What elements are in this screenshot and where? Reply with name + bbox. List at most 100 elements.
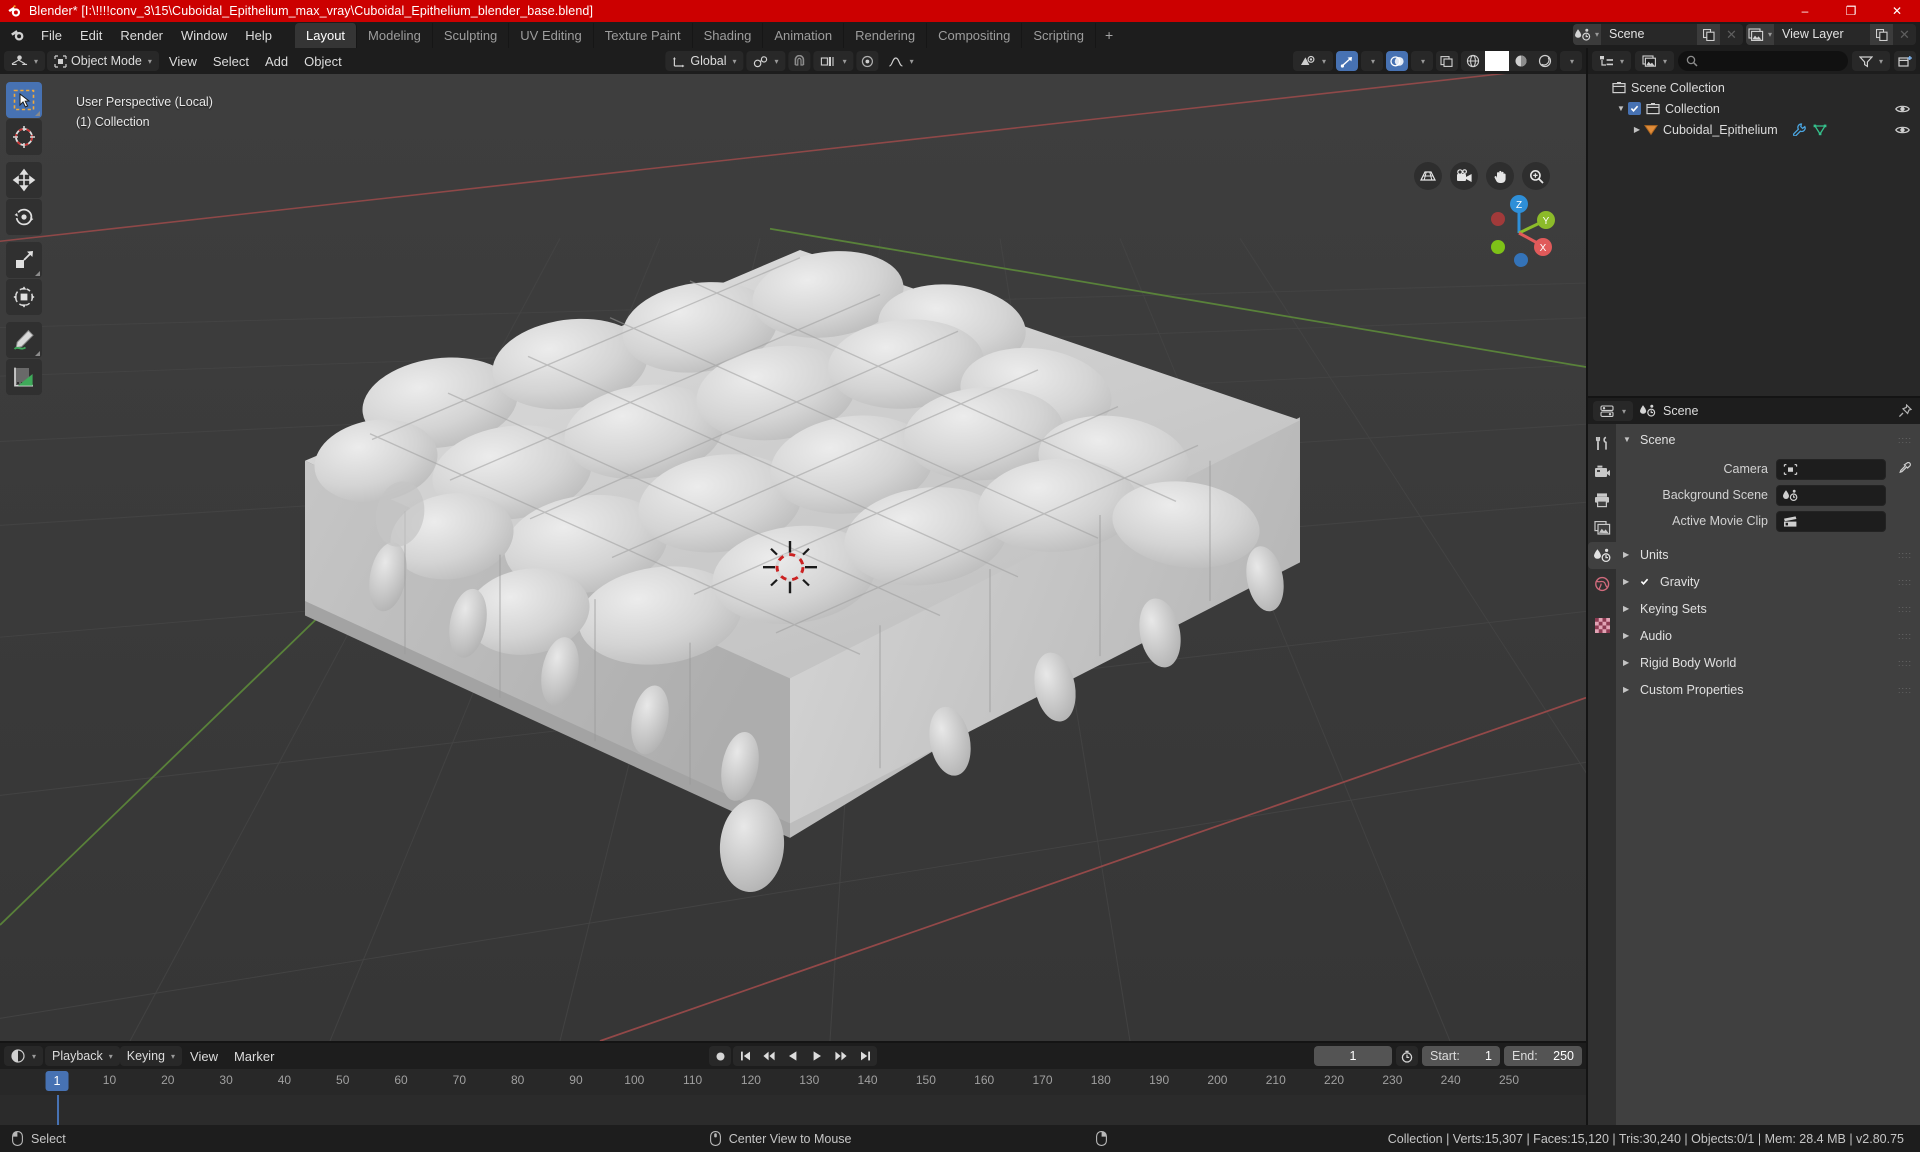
timeline-menu-playback[interactable]: Playback ▾ xyxy=(45,1046,120,1066)
falloff-selector[interactable]: ▾ xyxy=(882,51,921,71)
play-reverse-button[interactable] xyxy=(781,1046,805,1066)
timeline-editor-type-button[interactable]: ▾ xyxy=(4,1046,44,1066)
next-keyframe-button[interactable] xyxy=(829,1046,853,1066)
gizmo-options-dropdown[interactable]: ▾ xyxy=(1361,51,1383,71)
eye-icon[interactable] xyxy=(1895,103,1910,115)
world-tab[interactable] xyxy=(1588,570,1616,597)
menu-file[interactable]: File xyxy=(32,25,71,46)
workspace-tab-layout[interactable]: Layout xyxy=(295,22,358,48)
outliner-row-collection[interactable]: ▼ Collection xyxy=(1588,98,1920,119)
jump-end-button[interactable] xyxy=(853,1046,877,1066)
play-button[interactable] xyxy=(805,1046,829,1066)
chevron-down-icon[interactable]: ▼ xyxy=(1614,104,1628,113)
prev-keyframe-button[interactable] xyxy=(757,1046,781,1066)
close-button[interactable]: ✕ xyxy=(1874,0,1920,22)
outliner-display-mode-button[interactable]: ▾ xyxy=(1635,51,1675,71)
3d-viewport[interactable]: User Perspective (Local) (1) Collection xyxy=(0,74,1586,1041)
workspace-tab-scripting[interactable]: Scripting xyxy=(1022,22,1096,48)
rotate-tool[interactable] xyxy=(6,199,42,235)
properties-panel-keying-sets[interactable]: ▶ Keying Sets:::: xyxy=(1616,597,1920,620)
scene-tab[interactable] xyxy=(1588,542,1616,569)
collection-checkbox[interactable] xyxy=(1628,102,1641,115)
scene-datablock[interactable]: ▾ Scene ✕ xyxy=(1573,24,1743,45)
remove-viewlayer-button[interactable]: ✕ xyxy=(1893,24,1916,45)
timeline-menu-marker[interactable]: Marker xyxy=(226,1047,282,1066)
outliner-search-input[interactable] xyxy=(1678,51,1848,71)
property-field-camera[interactable] xyxy=(1776,458,1886,480)
pin-icon[interactable] xyxy=(1898,404,1912,418)
cursor-tool[interactable] xyxy=(6,119,42,155)
select-box-tool[interactable] xyxy=(6,82,42,118)
add-workspace-button[interactable]: + xyxy=(1096,23,1122,47)
auto-key-toggle[interactable] xyxy=(1396,1046,1418,1066)
workspace-tab-rendering[interactable]: Rendering xyxy=(844,22,928,48)
view-layer-name-field[interactable]: View Layer xyxy=(1774,24,1870,45)
view-axis-gizmo[interactable]: Z Y X xyxy=(1478,192,1560,274)
properties-panel-rigid-body-world[interactable]: ▶ Rigid Body World:::: xyxy=(1616,651,1920,674)
viewport-menu-select[interactable]: Select xyxy=(205,52,257,71)
panel-checkbox[interactable] xyxy=(1640,577,1649,586)
xray-toggle[interactable] xyxy=(1436,51,1458,71)
workspace-tab-uv-editing[interactable]: UV Editing xyxy=(509,22,594,48)
outliner-row-scene-collection[interactable]: Scene Collection xyxy=(1588,77,1920,98)
properties-panel-audio[interactable]: ▶ Audio:::: xyxy=(1616,624,1920,647)
transform-tool[interactable] xyxy=(6,279,42,315)
workspace-tab-texture-paint[interactable]: Texture Paint xyxy=(594,22,693,48)
eye-icon[interactable] xyxy=(1895,124,1910,136)
timeline-menu-view[interactable]: View xyxy=(182,1047,226,1066)
shading-wireframe-button[interactable] xyxy=(1461,51,1485,71)
hand-icon[interactable] xyxy=(1486,162,1514,190)
zoom-icon[interactable] xyxy=(1522,162,1550,190)
output-tab[interactable] xyxy=(1588,486,1616,513)
editor-type-button[interactable]: ▾ xyxy=(4,51,46,71)
property-field-active-movie-clip[interactable] xyxy=(1776,510,1886,532)
camera-icon[interactable] xyxy=(1450,162,1478,190)
timeline-playhead[interactable] xyxy=(57,1095,59,1125)
shading-rendered-button[interactable] xyxy=(1533,51,1557,71)
viewport-menu-object[interactable]: Object xyxy=(296,52,350,71)
menu-window[interactable]: Window xyxy=(172,25,236,46)
tool-tab[interactable] xyxy=(1588,430,1616,457)
timeline-body[interactable] xyxy=(0,1095,1586,1125)
timeline-menu-keying[interactable]: Keying ▾ xyxy=(119,1046,183,1066)
viewport-menu-add[interactable]: Add xyxy=(257,52,296,71)
pivot-point-selector[interactable]: ▾ xyxy=(813,51,854,71)
show-gizmo-toggle[interactable] xyxy=(1336,51,1358,71)
transform-orientation-selector[interactable]: Global ▾ xyxy=(665,51,744,71)
scene-panel-header[interactable]: ▼ Scene :::: xyxy=(1616,428,1920,451)
texture-tab[interactable] xyxy=(1588,612,1616,639)
timeline-ruler[interactable]: 1 10 20 30 40 50 60 70 80 90 100 110 120 130 140 150 160… xyxy=(0,1069,1586,1095)
scale-tool[interactable] xyxy=(6,242,42,278)
viewlayer-datablock[interactable]: ▾ View Layer ✕ xyxy=(1746,24,1916,45)
eyedropper-icon[interactable] xyxy=(1894,462,1914,476)
properties-editor-type-button[interactable]: ▾ xyxy=(1593,401,1634,421)
measure-tool[interactable] xyxy=(6,359,42,395)
workspace-tab-modeling[interactable]: Modeling xyxy=(357,22,433,48)
show-overlays-toggle[interactable] xyxy=(1386,51,1408,71)
grid-icon[interactable] xyxy=(1414,162,1442,190)
timeline-current-frame-marker[interactable]: 1 xyxy=(45,1071,69,1091)
visibility-selector[interactable]: ▾ xyxy=(1292,51,1333,71)
new-scene-button[interactable] xyxy=(1697,24,1720,45)
end-frame-field[interactable]: End: 250 xyxy=(1504,1046,1582,1066)
properties-panel-gravity[interactable]: ▶ Gravity:::: xyxy=(1616,570,1920,593)
snap-target-selector[interactable]: ▾ xyxy=(746,51,786,71)
viewport-menu-view[interactable]: View xyxy=(161,52,205,71)
chevron-right-icon[interactable]: ▶ xyxy=(1630,125,1644,134)
menu-help[interactable]: Help xyxy=(236,25,281,46)
workspace-tab-animation[interactable]: Animation xyxy=(763,22,845,48)
properties-panel-custom-properties[interactable]: ▶ Custom Properties:::: xyxy=(1616,678,1920,701)
menu-edit[interactable]: Edit xyxy=(71,25,111,46)
outliner-row-cuboidal-epithelium[interactable]: ▶ Cuboidal_Epithelium xyxy=(1588,119,1920,140)
scene-name-field[interactable]: Scene xyxy=(1601,24,1697,45)
render-tab[interactable] xyxy=(1588,458,1616,485)
property-field-background-scene[interactable] xyxy=(1776,484,1886,506)
annotate-tool[interactable] xyxy=(6,322,42,358)
overlay-options-dropdown[interactable]: ▾ xyxy=(1411,51,1433,71)
proportional-editing-toggle[interactable] xyxy=(856,51,879,71)
snap-toggle-button[interactable] xyxy=(788,51,811,71)
move-tool[interactable] xyxy=(6,162,42,198)
new-collection-button[interactable] xyxy=(1894,51,1916,71)
workspace-tab-shading[interactable]: Shading xyxy=(693,22,764,48)
blender-logo-icon[interactable] xyxy=(6,25,28,45)
